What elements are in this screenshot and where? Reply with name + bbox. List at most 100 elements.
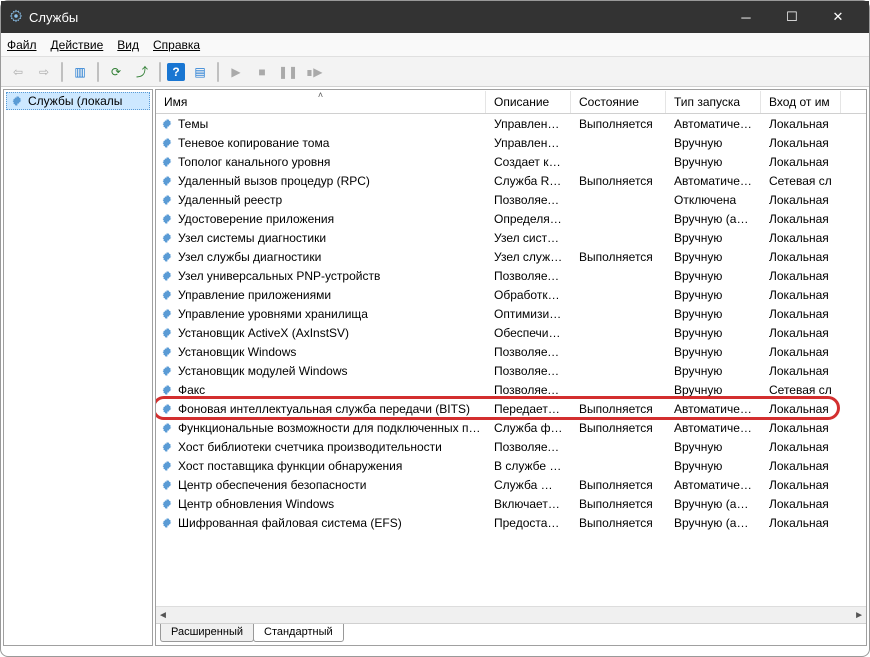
menu-action[interactable]: Действие bbox=[51, 38, 104, 52]
maximize-button[interactable]: ☐ bbox=[769, 1, 815, 33]
gear-icon bbox=[160, 193, 174, 207]
cell-startup: Вручную bbox=[666, 345, 761, 359]
gear-icon bbox=[160, 288, 174, 302]
cell-startup: Автоматиче… bbox=[666, 421, 761, 435]
column-header-status[interactable]: Состояние bbox=[571, 91, 666, 113]
horizontal-scrollbar[interactable]: ◄ ► bbox=[156, 606, 866, 623]
export-button[interactable]: ⤴ bbox=[131, 61, 153, 83]
service-row[interactable]: Тополог канального уровняСоздает ка…Вруч… bbox=[156, 152, 866, 171]
cell-description: Позволяет… bbox=[486, 364, 571, 378]
service-row[interactable]: ФаксПозволяет…ВручнуюСетевая сл bbox=[156, 380, 866, 399]
stop-service-button[interactable]: ■ bbox=[251, 61, 273, 83]
gear-icon bbox=[160, 155, 174, 169]
column-header-logon[interactable]: Вход от им bbox=[761, 91, 841, 113]
service-row[interactable]: Хост поставщика функции обнаруженияВ слу… bbox=[156, 456, 866, 475]
content-area: Службы (локалы Имя˄ОписаниеСостояниеТип … bbox=[1, 87, 869, 648]
service-name-label: Управление приложениями bbox=[178, 288, 331, 302]
help-button[interactable]: ? bbox=[167, 63, 185, 81]
gear-icon bbox=[160, 402, 174, 416]
cell-status: Выполняется bbox=[571, 402, 666, 416]
column-header-name[interactable]: Имя˄ bbox=[156, 91, 486, 113]
service-row[interactable]: ТемыУправлен…ВыполняетсяАвтоматиче…Локал… bbox=[156, 114, 866, 133]
forward-button[interactable]: ⇨ bbox=[33, 61, 55, 83]
menu-file[interactable]: Файл bbox=[7, 38, 37, 52]
refresh-button[interactable]: ⟳ bbox=[105, 61, 127, 83]
tree-root-services[interactable]: Службы (локалы bbox=[6, 92, 150, 110]
service-row[interactable]: Узел универсальных PNP-устройствПозволяе… bbox=[156, 266, 866, 285]
services-list: Имя˄ОписаниеСостояниеТип запускаВход от … bbox=[156, 90, 866, 606]
menu-bar: Файл Действие Вид Справка bbox=[1, 33, 869, 57]
service-name-label: Установщик ActiveX (AxInstSV) bbox=[178, 326, 349, 340]
back-button[interactable]: ⇦ bbox=[7, 61, 29, 83]
service-name-label: Темы bbox=[178, 117, 208, 131]
service-row[interactable]: Теневое копирование томаУправлен…Вручную… bbox=[156, 133, 866, 152]
cell-logon: Локальная bbox=[761, 516, 841, 530]
service-row[interactable]: Хост библиотеки счетчика производительно… bbox=[156, 437, 866, 456]
service-row[interactable]: Установщик модулей WindowsПозволяет…Вруч… bbox=[156, 361, 866, 380]
separator bbox=[159, 62, 161, 82]
cell-logon: Локальная bbox=[761, 497, 841, 511]
start-service-button[interactable]: ▶ bbox=[225, 61, 247, 83]
cell-startup: Вручную bbox=[666, 250, 761, 264]
service-row[interactable]: Управление уровнями хранилищаОптимизи…Вр… bbox=[156, 304, 866, 323]
gear-icon bbox=[160, 174, 174, 188]
cell-name: Узел универсальных PNP-устройств bbox=[156, 269, 486, 283]
cell-logon: Сетевая сл bbox=[761, 383, 841, 397]
properties-button[interactable]: ▤ bbox=[189, 61, 211, 83]
tab-standard[interactable]: Стандартный bbox=[253, 624, 344, 642]
minimize-button[interactable]: ─ bbox=[723, 1, 769, 33]
menu-view[interactable]: Вид bbox=[117, 38, 139, 52]
service-row[interactable]: Установщик WindowsПозволяет…ВручнуюЛокал… bbox=[156, 342, 866, 361]
cell-status: Выполняется bbox=[571, 174, 666, 188]
menu-help[interactable]: Справка bbox=[153, 38, 200, 52]
cell-description: Позволяет… bbox=[486, 440, 571, 454]
gear-icon bbox=[160, 516, 174, 530]
column-header-startup[interactable]: Тип запуска bbox=[666, 91, 761, 113]
service-row[interactable]: Центр обновления WindowsВключает …Выполн… bbox=[156, 494, 866, 513]
close-button[interactable]: ✕ bbox=[815, 1, 861, 33]
services-rows[interactable]: ТемыУправлен…ВыполняетсяАвтоматиче…Локал… bbox=[156, 114, 866, 606]
service-name-label: Хост поставщика функции обнаружения bbox=[178, 459, 402, 473]
service-row[interactable]: Шифрованная файловая система (EFS)Предос… bbox=[156, 513, 866, 532]
scroll-right-icon[interactable]: ► bbox=[854, 610, 864, 621]
cell-name: Удаленный вызов процедур (RPC) bbox=[156, 174, 486, 188]
cell-description: Обработк… bbox=[486, 288, 571, 302]
cell-status: Выполняется bbox=[571, 421, 666, 435]
gear-icon bbox=[160, 345, 174, 359]
sidebar: Службы (локалы bbox=[3, 89, 153, 646]
cell-logon: Локальная bbox=[761, 155, 841, 169]
service-row[interactable]: Удостоверение приложенияОпределя…Вручную… bbox=[156, 209, 866, 228]
service-row[interactable]: Узел службы диагностикиУзел служб…Выполн… bbox=[156, 247, 866, 266]
cell-logon: Локальная bbox=[761, 402, 841, 416]
service-row[interactable]: Установщик ActiveX (AxInstSV)Обеспечи…Вр… bbox=[156, 323, 866, 342]
separator bbox=[61, 62, 63, 82]
cell-description: Узел систе… bbox=[486, 231, 571, 245]
tab-extended[interactable]: Расширенный bbox=[160, 624, 254, 642]
scroll-left-icon[interactable]: ◄ bbox=[158, 610, 168, 621]
restart-service-button[interactable]: ∎▶ bbox=[303, 61, 325, 83]
show-hide-tree-button[interactable]: ▥ bbox=[69, 61, 91, 83]
cell-startup: Вручную bbox=[666, 155, 761, 169]
gear-icon bbox=[160, 307, 174, 321]
service-row[interactable]: Удаленный реестрПозволяет…ОтключенаЛокал… bbox=[156, 190, 866, 209]
gear-icon bbox=[160, 440, 174, 454]
cell-description: Служба W… bbox=[486, 478, 571, 492]
service-row[interactable]: Удаленный вызов процедур (RPC)Служба R…В… bbox=[156, 171, 866, 190]
service-name-label: Хост библиотеки счетчика производительно… bbox=[178, 440, 442, 454]
service-row[interactable]: Фоновая интеллектуальная служба передачи… bbox=[156, 399, 866, 418]
service-row[interactable]: Функциональные возможности для подключен… bbox=[156, 418, 866, 437]
pause-service-button[interactable]: ❚❚ bbox=[277, 61, 299, 83]
cell-status: Выполняется bbox=[571, 497, 666, 511]
cell-startup: Вручную (ак… bbox=[666, 497, 761, 511]
cell-status: Выполняется bbox=[571, 478, 666, 492]
service-row[interactable]: Управление приложениямиОбработк…ВручнуюЛ… bbox=[156, 285, 866, 304]
service-row[interactable]: Центр обеспечения безопасностиСлужба W…В… bbox=[156, 475, 866, 494]
cell-description: Позволяет… bbox=[486, 345, 571, 359]
column-header-description[interactable]: Описание bbox=[486, 91, 571, 113]
cell-startup: Вручную bbox=[666, 288, 761, 302]
cell-name: Установщик модулей Windows bbox=[156, 364, 486, 378]
service-name-label: Удаленный реестр bbox=[178, 193, 282, 207]
view-tabs: Расширенный Стандартный bbox=[156, 623, 866, 645]
cell-logon: Локальная bbox=[761, 459, 841, 473]
service-row[interactable]: Узел системы диагностикиУзел систе…Вручн… bbox=[156, 228, 866, 247]
